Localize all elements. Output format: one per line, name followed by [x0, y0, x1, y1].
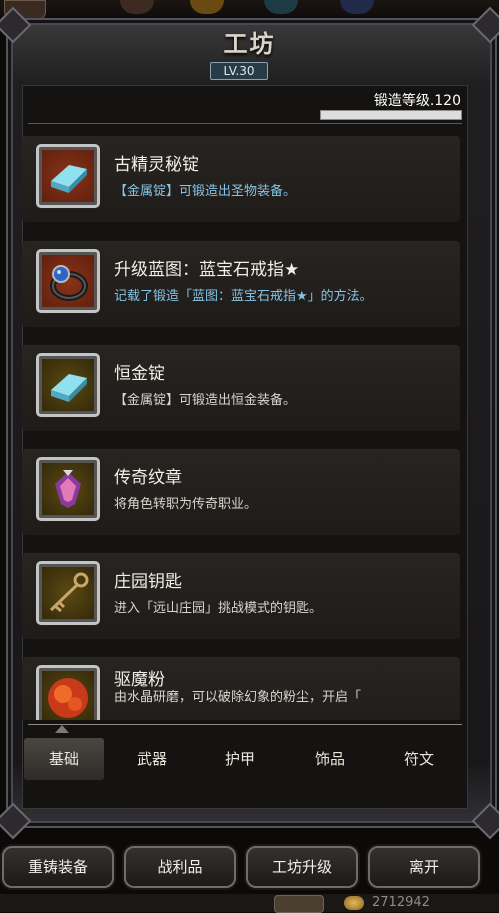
item-description: 进入「远山庄园」挑战模式的钥匙。: [114, 601, 323, 616]
hud-orb-icon: [264, 0, 298, 14]
gold-amount: 2712942: [372, 895, 430, 910]
category-tabs: 基础 武器 护甲 饰品 符文: [24, 738, 464, 780]
tab-accessory[interactable]: 饰品: [290, 738, 370, 780]
item-description: 记载了锻造「蓝图：蓝宝石戒指★」的方法。: [114, 289, 373, 304]
powder-icon: [36, 665, 100, 720]
item-name: 恒金锭: [114, 364, 165, 384]
ingot-icon: [36, 353, 100, 417]
crest-icon: [36, 457, 100, 521]
workshop-upgrade-button[interactable]: 工坊升级: [246, 846, 358, 888]
forge-level-label: 锻造等级.120: [373, 93, 461, 109]
tab-basic[interactable]: 基础: [24, 738, 104, 780]
item-description: 由水晶研磨，可以破除幻象的粉尘，开启「: [114, 690, 362, 705]
gold-coin-icon: [344, 896, 364, 910]
scroll-up-icon[interactable]: [55, 725, 69, 733]
craft-item[interactable]: 升级蓝图：蓝宝石戒指★ 记载了锻造「蓝图：蓝宝石戒指★」的方法。: [22, 241, 460, 327]
loot-button[interactable]: 战利品: [124, 846, 236, 888]
item-name: 驱魔粉: [114, 670, 165, 690]
item-description: 【金属锭】可锻造出圣物装备。: [114, 184, 297, 199]
craft-list[interactable]: 古精灵秘锭 【金属锭】可锻造出圣物装备。 升级蓝图：蓝宝石戒指★ 记载了锻造「蓝…: [22, 130, 466, 720]
chest-icon[interactable]: [274, 895, 324, 913]
workshop-level-badge: LV.30: [210, 62, 268, 80]
tab-armor[interactable]: 护甲: [200, 738, 280, 780]
item-name: 庄园钥匙: [114, 572, 182, 592]
tab-rune[interactable]: 符文: [379, 738, 459, 780]
bottom-hud: 2712942: [0, 894, 499, 913]
hud-orb-icon: [190, 0, 224, 14]
hud-orb-icon: [120, 0, 154, 14]
craft-item[interactable]: 传奇纹章 将角色转职为传奇职业。: [22, 449, 460, 535]
item-description: 将角色转职为传奇职业。: [114, 497, 258, 512]
hud-orb-icon: [340, 0, 374, 14]
tab-weapon[interactable]: 武器: [112, 738, 192, 780]
forge-progress-fill: [321, 111, 461, 119]
divider: [28, 724, 462, 725]
craft-item[interactable]: 恒金锭 【金属锭】可锻造出恒金装备。: [22, 345, 460, 431]
forge-progress-bar: [320, 110, 462, 120]
craft-item[interactable]: 庄园钥匙 进入「远山庄园」挑战模式的钥匙。: [22, 553, 460, 639]
window-title: 工坊: [223, 30, 276, 58]
ring-icon: [36, 249, 100, 313]
frame-ornament-icon: [471, 802, 499, 840]
ingot-icon: [36, 144, 100, 208]
recast-equipment-button[interactable]: 重铸装备: [2, 846, 114, 888]
divider: [28, 123, 462, 124]
leave-button[interactable]: 离开: [368, 846, 480, 888]
craft-item[interactable]: 古精灵秘锭 【金属锭】可锻造出圣物装备。: [22, 136, 460, 222]
craft-item[interactable]: 驱魔粉 由水晶研磨，可以破除幻象的粉尘，开启「: [22, 657, 460, 720]
item-name: 传奇纹章: [114, 468, 182, 488]
item-description: 【金属锭】可锻造出恒金装备。: [114, 393, 297, 408]
item-name: 古精灵秘锭: [114, 155, 199, 175]
item-name: 升级蓝图：蓝宝石戒指★: [114, 260, 300, 280]
key-icon: [36, 561, 100, 625]
